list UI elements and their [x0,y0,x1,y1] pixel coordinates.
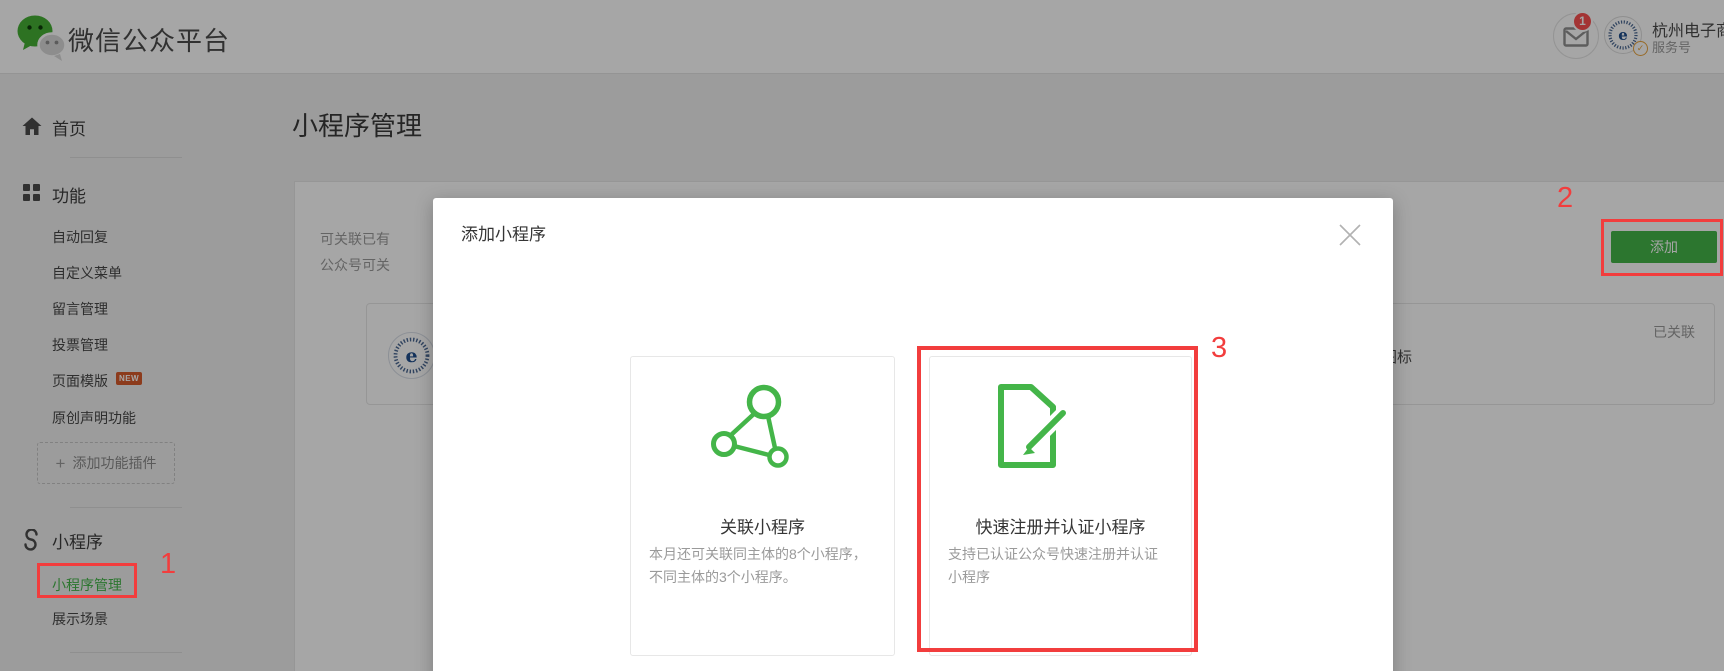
step1-number: 1 [160,550,176,579]
network-link-icon [711,380,797,470]
close-icon[interactable] [1338,223,1362,247]
option-card-link-miniprogram[interactable]: 关联小程序 本月还可关联同主体的8个小程序， 不同主体的3个小程序。 [630,356,895,656]
desc-line: 不同主体的3个小程序。 [649,566,880,589]
add-miniprogram-modal: 添加小程序 关联小程序 本月还可关联同主体的8个小程序， 不同主体的3个小程序。 [433,198,1393,671]
desc-line: 本月还可关联同主体的8个小程序， [649,543,880,566]
modal-title: 添加小程序 [461,220,546,245]
step2-number: 2 [1557,184,1573,213]
step2-highlight-box [1601,219,1723,276]
wechat-mp-platform-page: 微信公众平台 1 e ✓ 杭州电子商 服务号 首页 功能 自动回复 自定义菜单 … [0,0,1724,671]
option-card-title: 关联小程序 [631,513,894,538]
step1-highlight-box [37,563,137,598]
option-card-description: 本月还可关联同主体的8个小程序， 不同主体的3个小程序。 [649,543,880,589]
step3-number: 3 [1211,334,1227,363]
step3-highlight-box [917,346,1198,652]
